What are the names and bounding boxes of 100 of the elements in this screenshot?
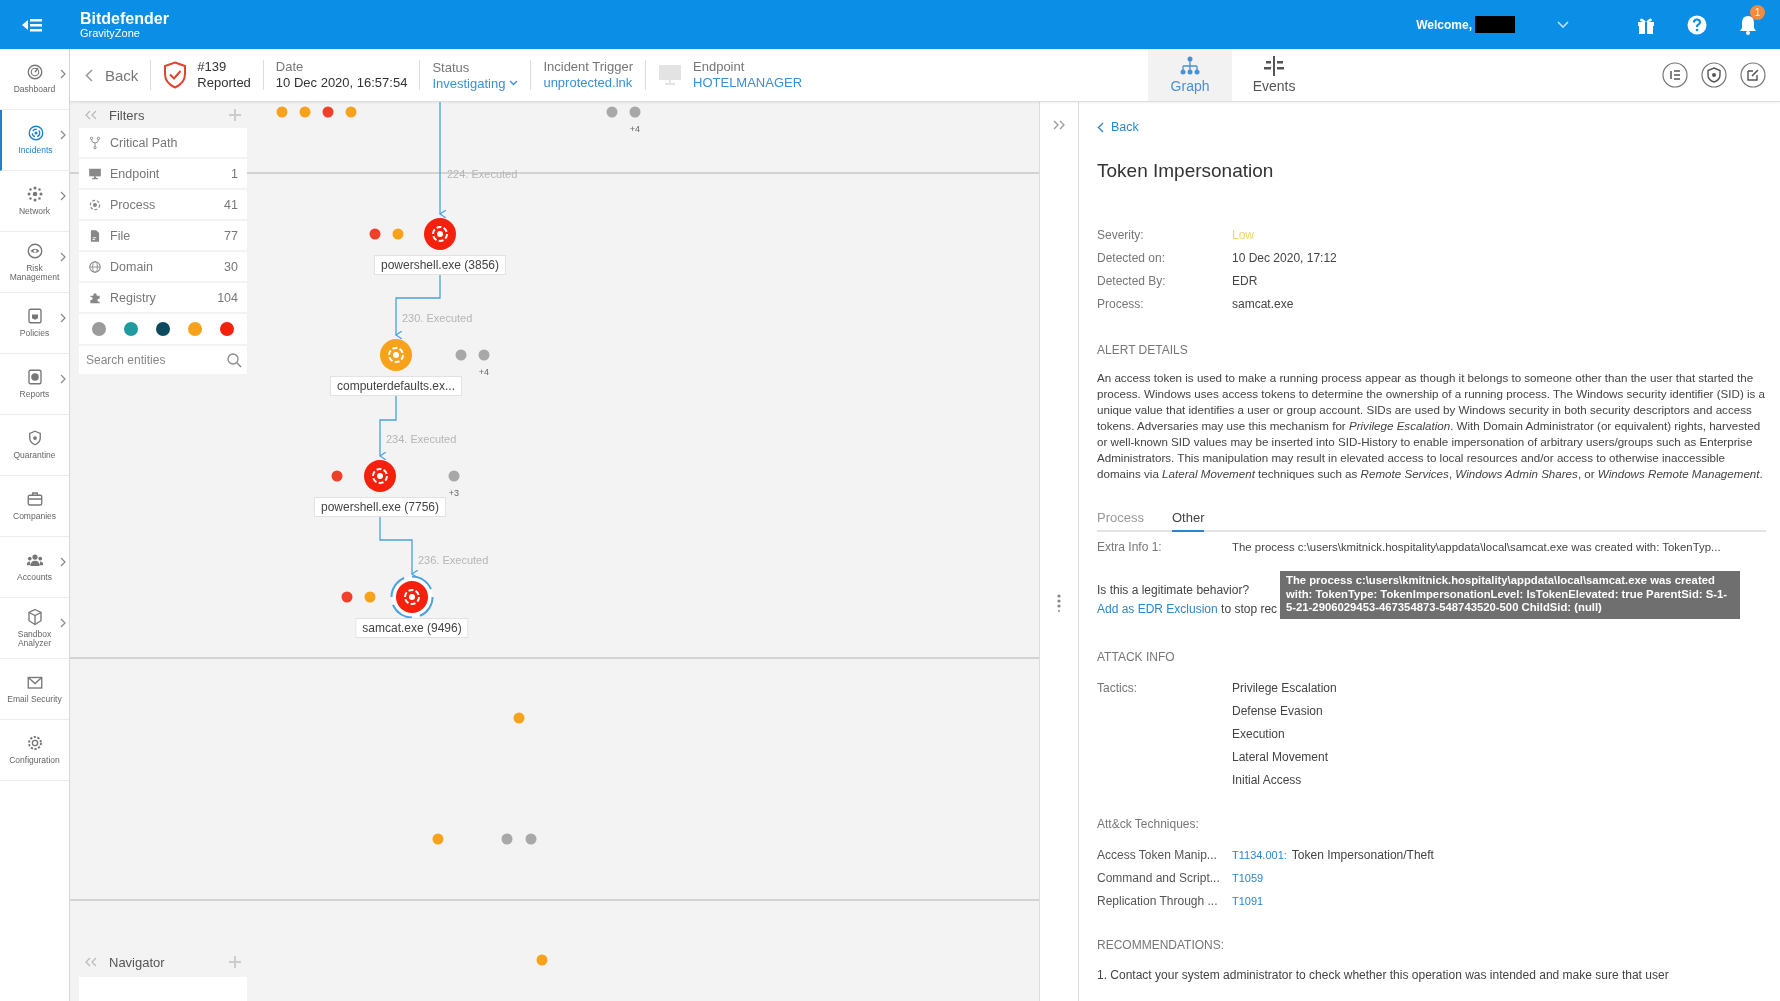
entity-dot[interactable]	[369, 228, 381, 240]
trigger-link[interactable]: unprotected.lnk	[543, 75, 633, 91]
field-value: Low	[1232, 227, 1254, 244]
process-node[interactable]	[390, 575, 434, 619]
chevron-right-icon[interactable]	[60, 313, 66, 323]
edit-icon[interactable]	[1740, 62, 1766, 88]
nav-item[interactable]: Email Security	[0, 659, 69, 720]
entity-dot[interactable]	[629, 106, 641, 118]
process-node[interactable]	[364, 460, 396, 492]
endpoint-link[interactable]: HOTELMANAGER	[693, 75, 803, 91]
help-icon[interactable]	[1687, 14, 1707, 35]
branch-icon	[88, 135, 102, 150]
entity-dot[interactable]	[513, 712, 525, 724]
entity-dot[interactable]	[276, 106, 288, 118]
list-icon[interactable]	[1662, 62, 1688, 88]
entity-dot[interactable]	[364, 591, 376, 603]
color-filter-dot[interactable]	[156, 322, 170, 336]
target-icon	[26, 124, 45, 143]
exclusion-link[interactable]: Add as EDR Exclusion	[1097, 602, 1218, 616]
recommendation-text: 1. Contact your system administrator to check whether this operation was intended and make sure that user	[1097, 967, 1670, 983]
product-name: GravityZone	[80, 27, 141, 40]
entity-dot[interactable]	[341, 591, 353, 603]
chevron-right-icon[interactable]	[60, 374, 66, 384]
search-icon[interactable]	[227, 353, 242, 368]
entity-dot[interactable]	[345, 106, 357, 118]
color-filter-dot[interactable]	[220, 322, 234, 336]
node-label: samcat.exe (9496)	[355, 618, 469, 638]
entity-dot[interactable]	[331, 470, 343, 482]
cube-icon	[25, 607, 44, 626]
filter-item[interactable]: File 77	[79, 221, 247, 250]
count-label: +4	[478, 367, 490, 377]
filter-item[interactable]: Domain 30	[79, 252, 247, 281]
entity-dot[interactable]	[478, 349, 490, 361]
color-filter-dot[interactable]	[92, 322, 106, 336]
tactic-item: Privilege Escalation	[1232, 680, 1337, 697]
edge-label: 234. Executed	[386, 433, 457, 445]
filter-item[interactable]: Critical Path	[79, 128, 247, 157]
status-dropdown[interactable]: Investigating	[432, 75, 519, 91]
entity-dot[interactable]	[448, 470, 460, 482]
expand-icon[interactable]	[1053, 120, 1065, 130]
entity-dot[interactable]	[322, 106, 334, 118]
process-node[interactable]	[380, 339, 412, 371]
incident-number: #139	[197, 59, 228, 75]
chevron-right-icon[interactable]	[60, 618, 66, 628]
search-field[interactable]: Search entities	[79, 346, 247, 374]
tactic-item: Lateral Movement	[1232, 749, 1330, 766]
entity-dot[interactable]	[299, 106, 311, 118]
tactic-item: Execution	[1232, 726, 1286, 743]
nav-item[interactable]: Sandbox Analyzer	[0, 598, 69, 659]
chevron-right-icon[interactable]	[60, 191, 66, 201]
entity-dot[interactable]	[525, 833, 537, 845]
view-tab[interactable]: Events	[1232, 49, 1317, 101]
nav-item[interactable]: Reports	[0, 354, 69, 415]
entity-dot[interactable]	[455, 349, 467, 361]
bell-icon[interactable]	[1738, 14, 1758, 35]
nav-item[interactable]: Risk Management	[0, 232, 69, 293]
nav-item[interactable]: Network	[0, 171, 69, 232]
chevron-down-icon[interactable]	[1557, 20, 1569, 29]
field-label: Detected By:	[1097, 273, 1167, 290]
section-heading: ALERT DETAILS	[1097, 342, 1189, 358]
menu-icon[interactable]	[22, 16, 42, 33]
filter-item[interactable]: Registry 104	[79, 283, 247, 312]
detail-tab[interactable]: Other	[1171, 504, 1205, 532]
color-filter-dot[interactable]	[188, 322, 202, 336]
filter-item[interactable]: Process 41	[79, 190, 247, 219]
shield-eye-icon[interactable]	[1701, 62, 1727, 88]
view-tab[interactable]: Graph	[1148, 49, 1233, 101]
chevron-left-icon	[1097, 121, 1104, 133]
entity-dot[interactable]	[392, 228, 404, 240]
count-label: +4	[629, 124, 641, 134]
nav-item[interactable]: Companies	[0, 476, 69, 537]
chevron-right-icon[interactable]	[60, 69, 66, 79]
chevron-right-icon[interactable]	[60, 130, 66, 140]
hierarchy-icon	[1179, 56, 1202, 76]
filter-item[interactable]: Endpoint 1	[79, 159, 247, 188]
tooltip: The process c:\users\kmitnick.hospitality\appdata\local\samcat.exe was created with: TokenType: TokenImpersonationLevel: IsTokenElevated: true ParentSid: S-1-5-21-2906029453-467354873-548743520-500 ChildSid: (null)	[1280, 571, 1740, 619]
entity-dot[interactable]	[606, 106, 618, 118]
timeline-icon	[1263, 56, 1286, 76]
chevron-right-icon[interactable]	[60, 557, 66, 567]
chevron-right-icon[interactable]	[60, 252, 66, 262]
entity-dot[interactable]	[501, 833, 513, 845]
technique-link[interactable]: T1091	[1232, 890, 1264, 913]
detail-tab[interactable]: Process	[1097, 504, 1144, 532]
technique-name: Replication Through ...	[1097, 893, 1219, 910]
entity-dot[interactable]	[536, 954, 548, 966]
process-node[interactable]	[424, 218, 456, 250]
drag-handle-icon[interactable]	[1057, 594, 1061, 612]
nav-item[interactable]: Quarantine	[0, 415, 69, 476]
nav-item[interactable]: Accounts	[0, 537, 69, 598]
date-label: Date	[275, 59, 305, 75]
color-filter-dot[interactable]	[124, 322, 138, 336]
entity-dot[interactable]	[432, 833, 444, 845]
nav-item[interactable]: Dashboard	[0, 49, 69, 110]
back-link[interactable]: Back	[1097, 118, 1766, 136]
nav-item[interactable]: Policies	[0, 293, 69, 354]
technique-link[interactable]: T1134.001:	[1232, 844, 1287, 867]
technique-link[interactable]: T1059	[1232, 867, 1264, 890]
back-button[interactable]: Back	[85, 66, 139, 84]
section-heading: Att&ck Techniques:	[1097, 816, 1200, 832]
nav-item[interactable]: Configuration	[0, 720, 69, 781]
